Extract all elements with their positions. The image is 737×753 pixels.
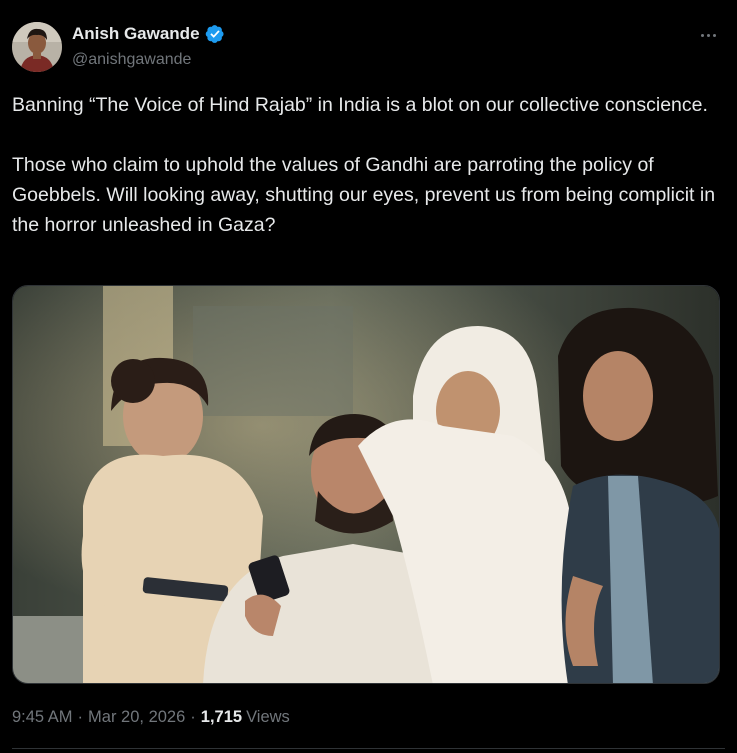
avatar[interactable] (12, 22, 62, 72)
verified-badge-icon (205, 25, 224, 43)
views-label: Views (246, 708, 290, 726)
views-count[interactable]: 1,715 (201, 706, 242, 728)
tweet-text: Banning “The Voice of Hind Rajab” in Ind… (12, 90, 722, 240)
author-handle[interactable]: @anishgawande (72, 50, 191, 70)
meta-separator: · (190, 708, 196, 726)
tweet-meta: 9:45 AM · Mar 20, 2026 · 1,715 Views (12, 706, 290, 728)
author-name-row[interactable]: Anish Gawande (72, 24, 225, 44)
tweet: Anish Gawande @anishgawande Banning “The… (0, 0, 737, 753)
tweet-date[interactable]: Mar 20, 2026 (88, 706, 185, 728)
tweet-paragraph: Those who claim to uphold the values of … (12, 154, 716, 236)
film-still-image (13, 286, 719, 683)
tweet-paragraph: Banning “The Voice of Hind Rajab” in Ind… (12, 94, 708, 116)
avatar-image (12, 22, 62, 72)
meta-separator: · (77, 708, 84, 726)
more-options-icon[interactable] (693, 22, 723, 48)
tweet-media-image[interactable] (12, 285, 720, 684)
display-name[interactable]: Anish Gawande (72, 24, 200, 44)
divider (12, 748, 725, 749)
tweet-time[interactable]: 9:45 AM (12, 706, 73, 728)
